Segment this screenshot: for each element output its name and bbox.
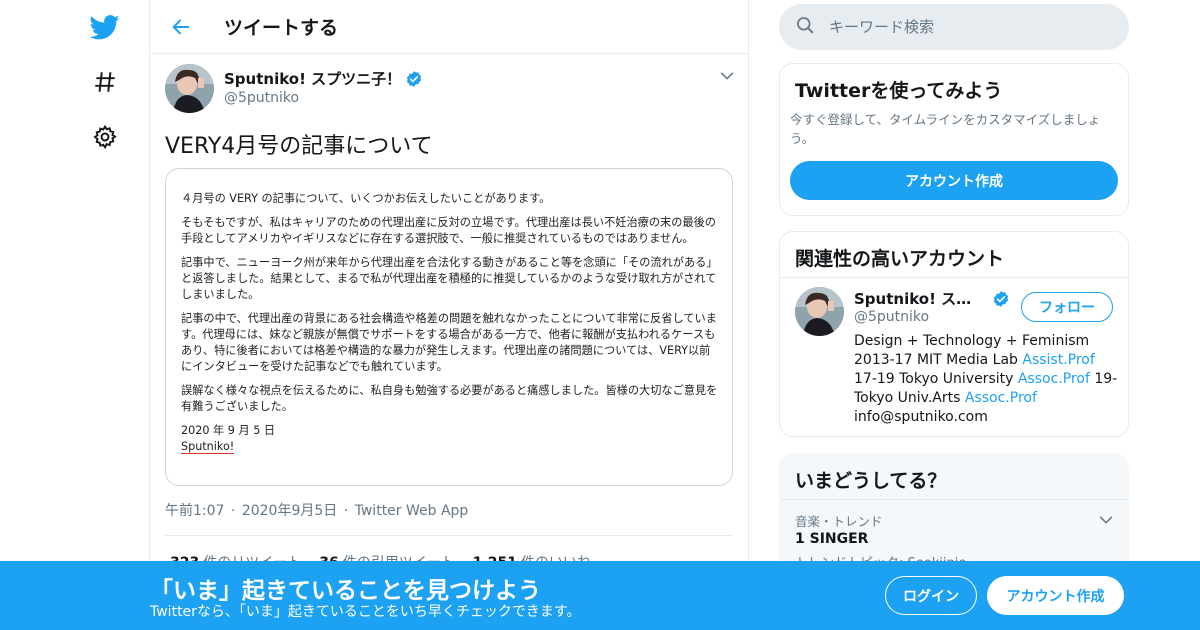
bottom-bar-title: 「いま」起きていることを見つけよう xyxy=(150,578,541,604)
trend-item[interactable]: 1 SINGER xyxy=(795,531,868,547)
tweet-image[interactable]: ４月号の VERY の記事について、いくつかお伝えしたいことがあります。 そもそ… xyxy=(165,168,733,486)
trend-category: 音楽・トレンド xyxy=(795,514,883,529)
bottom-bar-subtitle: Twitterなら、「いま」起きていることをいち早くチェックできます。 xyxy=(150,604,581,620)
bio-text: 2013-17 MIT Media Lab xyxy=(854,352,1023,368)
doc-paragraph: ４月号の VERY の記事について、いくつかお伝えしたいことがあります。 xyxy=(181,192,551,205)
avatar[interactable] xyxy=(165,64,214,113)
signup-button[interactable]: アカウント作成 xyxy=(987,576,1124,615)
search-input[interactable] xyxy=(829,18,1109,36)
trends-card-title: いまどうしてる？ xyxy=(795,470,947,492)
author-handle[interactable]: @5putniko xyxy=(224,90,299,106)
doc-date: 2020 年 9 月 5 日 xyxy=(181,424,276,437)
related-accounts-card: 関連性の高いアカウント Sputniko! スプツニ子！ @5putniko フ… xyxy=(779,231,1129,437)
search-box[interactable] xyxy=(779,4,1129,50)
bio-link[interactable]: Assoc.Prof xyxy=(965,390,1037,406)
signup-card-description: 今すぐ登録して、タイムラインをカスタマイズしましょう。 xyxy=(790,112,1101,146)
meta-separator: · xyxy=(343,503,349,519)
doc-signature: Sputniko! xyxy=(181,440,235,454)
tweet-source[interactable]: Twitter Web App xyxy=(355,503,469,519)
tweet-text: VERY4月号の記事について xyxy=(165,134,433,159)
left-nav xyxy=(80,0,150,630)
bio-text: 17-19 Tokyo University xyxy=(854,371,1018,387)
divider xyxy=(165,535,733,536)
chevron-down-icon[interactable] xyxy=(1098,512,1114,528)
page-title: ツイートする xyxy=(224,17,339,39)
author-name-text: Sputniko! スプツニ子！ xyxy=(224,70,402,88)
avatar[interactable] xyxy=(795,287,844,336)
account-handle[interactable]: @5putniko xyxy=(854,309,929,325)
divider xyxy=(780,499,1128,500)
related-card-title: 関連性の高いアカウント xyxy=(795,248,1005,270)
signup-card-title: Twitterを使ってみよう xyxy=(795,80,1003,102)
meta-separator: · xyxy=(230,503,236,519)
bio-link[interactable]: Assist.Prof xyxy=(1022,352,1094,368)
bio-text: 19- xyxy=(1089,371,1118,387)
bio-text: Tokyo Univ.Arts xyxy=(854,390,965,406)
tweet-header: Sputniko! スプツニ子！ @5putniko xyxy=(165,64,735,114)
search-icon xyxy=(795,15,815,39)
bio-line: info@sputniko.com xyxy=(854,409,988,425)
divider xyxy=(780,277,1128,278)
verified-badge-icon xyxy=(992,290,1010,312)
tweet-time[interactable]: 午前1:07 xyxy=(165,503,224,519)
hashtag-icon[interactable] xyxy=(88,65,122,99)
bio-line: Design + Technology + Feminism xyxy=(854,333,1090,349)
doc-paragraph: 記事の中で、代理出産の背景にある社会構造や格差の問題を触れなかったことについて非… xyxy=(181,312,717,373)
account-bio: Design + Technology + Feminism 2013-17 M… xyxy=(854,332,1119,427)
account-name[interactable]: Sputniko! スプツニ子！ xyxy=(854,288,984,309)
doc-paragraph: 誤解なく様々な視点を伝えるために、私自身も勉強する必要があると痛感しました。皆様… xyxy=(181,384,718,413)
doc-paragraph: そもそもですが、私はキャリアのための代理出産に反対の立場です。代理出産は長い不妊… xyxy=(181,216,716,245)
bio-link[interactable]: Assoc.Prof xyxy=(1018,371,1090,387)
create-account-button[interactable]: アカウント作成 xyxy=(790,161,1118,200)
main-header: ツイートする xyxy=(150,0,748,54)
arrow-left-icon[interactable] xyxy=(168,14,194,40)
signup-card: Twitterを使ってみよう 今すぐ登録して、タイムラインをカスタマイズしましょ… xyxy=(779,63,1129,216)
statement-document: ４月号の VERY の記事について、いくつかお伝えしたいことがあります。 そもそ… xyxy=(181,191,721,455)
author-name[interactable]: Sputniko! スプツニ子！ xyxy=(224,68,423,89)
gear-icon[interactable] xyxy=(88,120,122,154)
chevron-down-icon[interactable] xyxy=(719,68,735,84)
main-column: ツイートする Sputniko! スプツニ子！ @5putniko VERY4月… xyxy=(149,0,749,630)
doc-paragraph: 記事中で、ニューヨーク州が来年から代理出産を合法化する動きがあること等を念頭に「… xyxy=(181,256,718,301)
tweet-meta: 午前1:07 · 2020年9月5日 · Twitter Web App xyxy=(165,500,470,520)
follow-button[interactable]: フォロー xyxy=(1021,292,1113,322)
verified-badge-icon xyxy=(405,70,423,88)
twitter-bird-icon[interactable] xyxy=(88,10,122,44)
bottom-signup-bar: 「いま」起きていることを見つけよう Twitterなら、「いま」起きていることを… xyxy=(0,561,1200,630)
tweet-date[interactable]: 2020年9月5日 xyxy=(242,503,337,519)
login-button[interactable]: ログイン xyxy=(885,576,977,615)
